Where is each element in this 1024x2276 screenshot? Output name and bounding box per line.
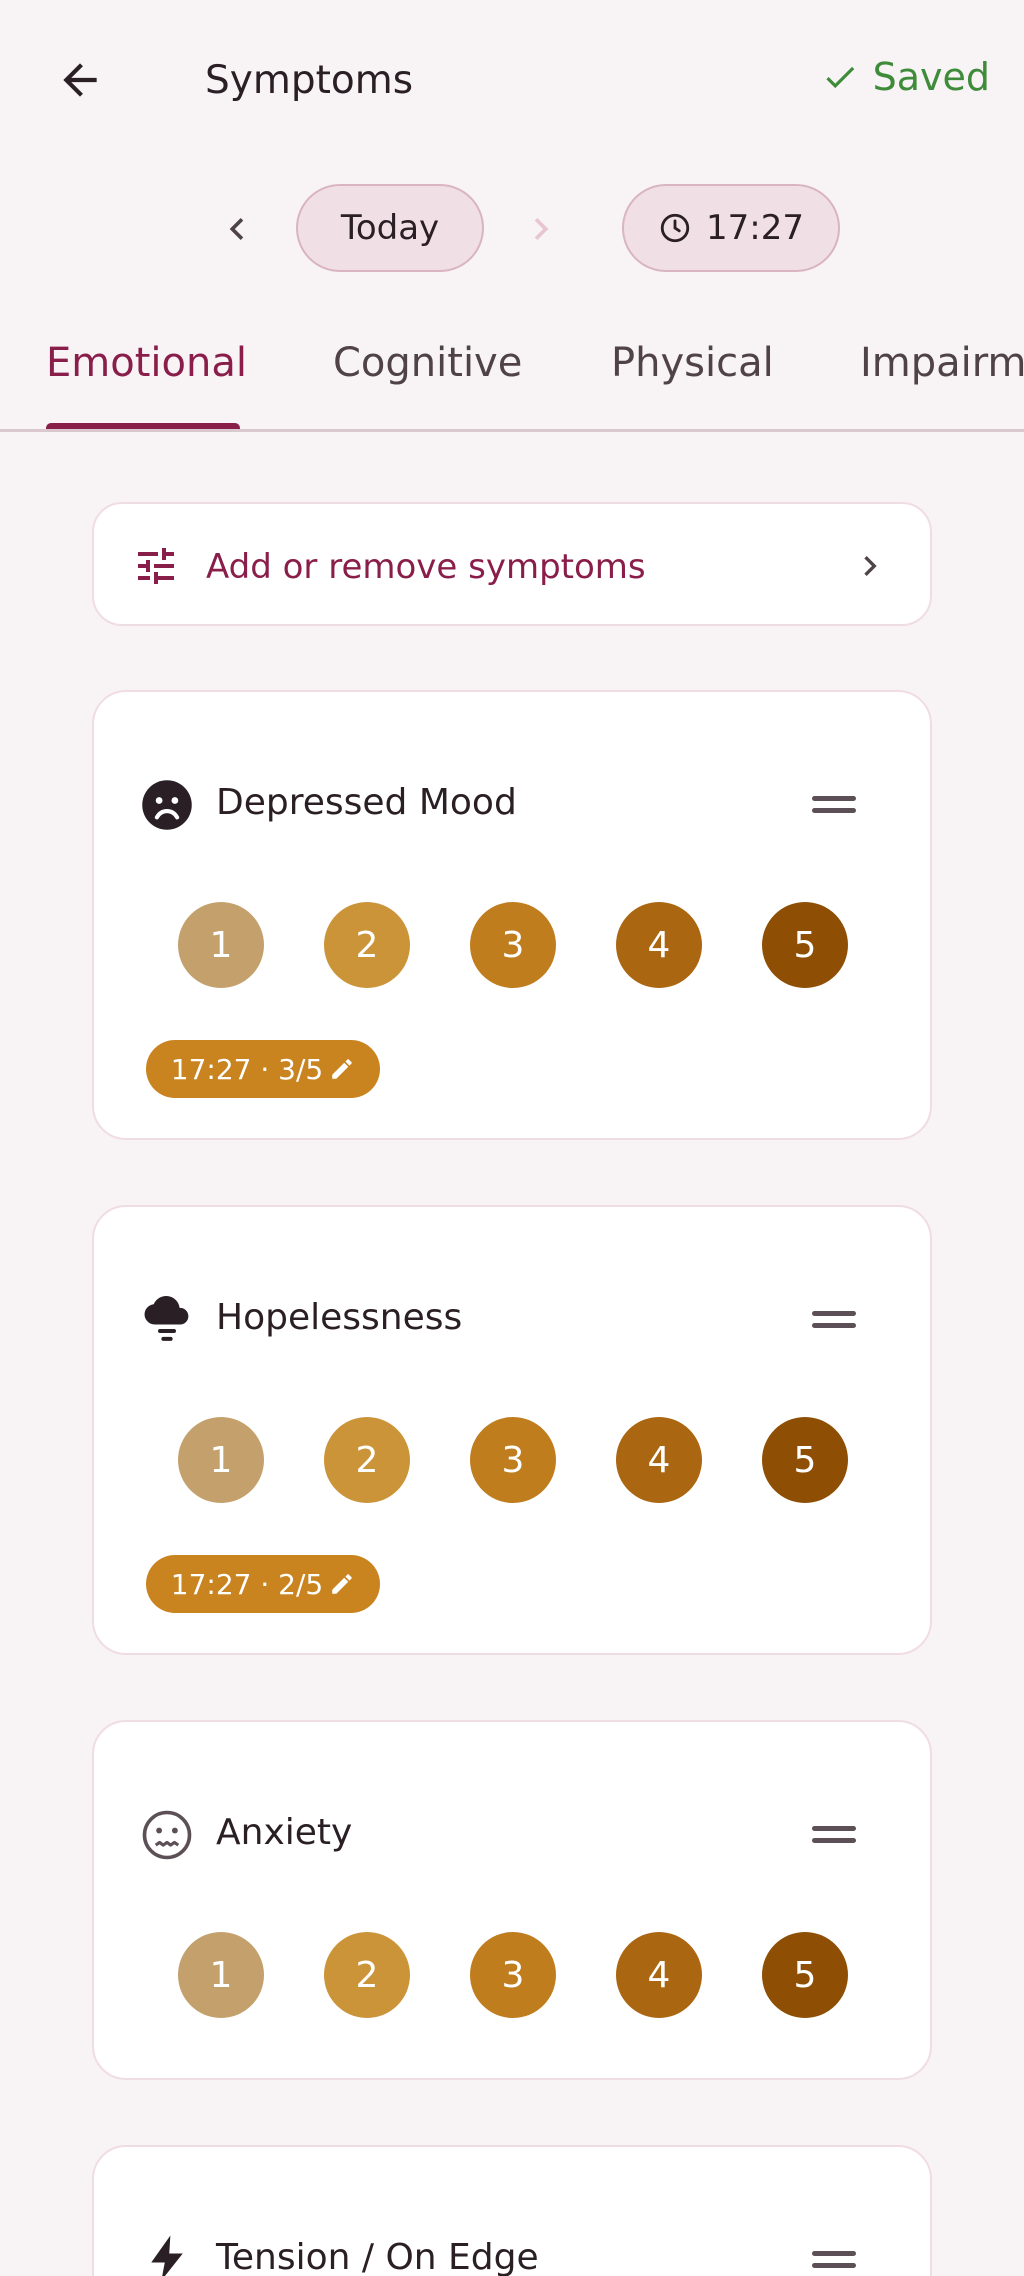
entry-label: 17:27 · 2/5 bbox=[170, 1567, 324, 1601]
rating-5-button[interactable]: 5 bbox=[762, 902, 848, 988]
pencil-icon bbox=[332, 1059, 352, 1079]
rating-2-button[interactable]: 2 bbox=[324, 1932, 410, 2018]
saved-label: Saved bbox=[872, 55, 990, 99]
storm-cloud-icon bbox=[144, 1295, 189, 1341]
symptom-name: Tension / On Edge bbox=[216, 2237, 539, 2276]
rating-4-button[interactable]: 4 bbox=[616, 1417, 702, 1503]
tab-impairment[interactable]: Impairment bbox=[860, 340, 1024, 386]
rating-3-button[interactable]: 3 bbox=[470, 1932, 556, 2018]
drag-handle-icon[interactable] bbox=[810, 1307, 858, 1333]
rating-1-button[interactable]: 1 bbox=[178, 1417, 264, 1503]
symptom-name: Depressed Mood bbox=[216, 782, 517, 823]
tab-physical[interactable]: Physical bbox=[611, 340, 774, 386]
active-tab-indicator bbox=[46, 423, 240, 429]
today-button[interactable]: Today bbox=[296, 184, 484, 272]
top-app-bar: Symptoms Saved bbox=[0, 0, 1024, 160]
add-remove-symptoms-button[interactable]: Add or remove symptoms bbox=[92, 502, 932, 626]
chevron-right-icon bbox=[534, 218, 549, 240]
page-title: Symptoms bbox=[205, 58, 414, 103]
tab-emotional[interactable]: Emotional bbox=[46, 340, 247, 386]
drag-handle-icon[interactable] bbox=[810, 2247, 858, 2273]
rating-3-button[interactable]: 3 bbox=[470, 902, 556, 988]
entry-label: 17:27 · 3/5 bbox=[170, 1052, 324, 1086]
rating-5-button[interactable]: 5 bbox=[762, 1932, 848, 2018]
symptom-card: Depressed Mood 1 2 3 4 5 17:27 · 3/5 bbox=[92, 690, 932, 1140]
time-label: 17:27 bbox=[706, 208, 804, 248]
check-icon bbox=[825, 66, 854, 89]
rating-scale: 1 2 3 4 5 bbox=[178, 902, 850, 988]
rating-scale: 1 2 3 4 5 bbox=[178, 1932, 850, 2018]
chevron-right-icon bbox=[864, 556, 877, 576]
date-time-selector: Today 17:27 bbox=[0, 180, 1024, 276]
symptom-name: Hopelessness bbox=[216, 1297, 463, 1338]
rating-scale: 1 2 3 4 5 bbox=[178, 1417, 850, 1503]
anxious-face-icon bbox=[142, 1810, 192, 1860]
back-button[interactable] bbox=[44, 44, 116, 116]
rating-3-button[interactable]: 3 bbox=[470, 1417, 556, 1503]
rating-1-button[interactable]: 1 bbox=[178, 1932, 264, 2018]
tune-icon bbox=[138, 548, 174, 584]
drag-handle-icon[interactable] bbox=[810, 792, 858, 818]
rating-1-button[interactable]: 1 bbox=[178, 902, 264, 988]
symptom-card: Tension / On Edge bbox=[92, 2145, 932, 2276]
symptom-card: Anxiety 1 2 3 4 5 bbox=[92, 1720, 932, 2080]
next-day-button[interactable] bbox=[516, 204, 566, 254]
rating-4-button[interactable]: 4 bbox=[616, 1932, 702, 2018]
tab-cognitive[interactable]: Cognitive bbox=[333, 340, 522, 386]
previous-day-button[interactable] bbox=[212, 204, 262, 254]
logged-entry-chip[interactable]: 17:27 · 2/5 bbox=[146, 1555, 380, 1613]
chevron-left-icon bbox=[229, 218, 244, 240]
time-button[interactable]: 17:27 bbox=[622, 184, 840, 272]
clock-icon bbox=[660, 213, 690, 243]
rating-2-button[interactable]: 2 bbox=[324, 902, 410, 988]
symptom-name: Anxiety bbox=[216, 1812, 353, 1853]
pencil-icon bbox=[332, 1574, 352, 1594]
sad-face-icon bbox=[142, 780, 192, 830]
symptom-card: Hopelessness 1 2 3 4 5 17:27 · 2/5 bbox=[92, 1205, 932, 1655]
rating-5-button[interactable]: 5 bbox=[762, 1417, 848, 1503]
day-label: Today bbox=[340, 208, 440, 248]
rating-2-button[interactable]: 2 bbox=[324, 1417, 410, 1503]
add-remove-label: Add or remove symptoms bbox=[206, 547, 646, 587]
saved-status: Saved bbox=[821, 55, 990, 99]
logged-entry-chip[interactable]: 17:27 · 3/5 bbox=[146, 1040, 380, 1098]
rating-4-button[interactable]: 4 bbox=[616, 902, 702, 988]
arrow-left-icon bbox=[63, 63, 97, 97]
lightning-icon bbox=[151, 2235, 183, 2276]
category-tabs: Emotional Cognitive Physical Impairment bbox=[0, 320, 1024, 432]
drag-handle-icon[interactable] bbox=[810, 1822, 858, 1848]
